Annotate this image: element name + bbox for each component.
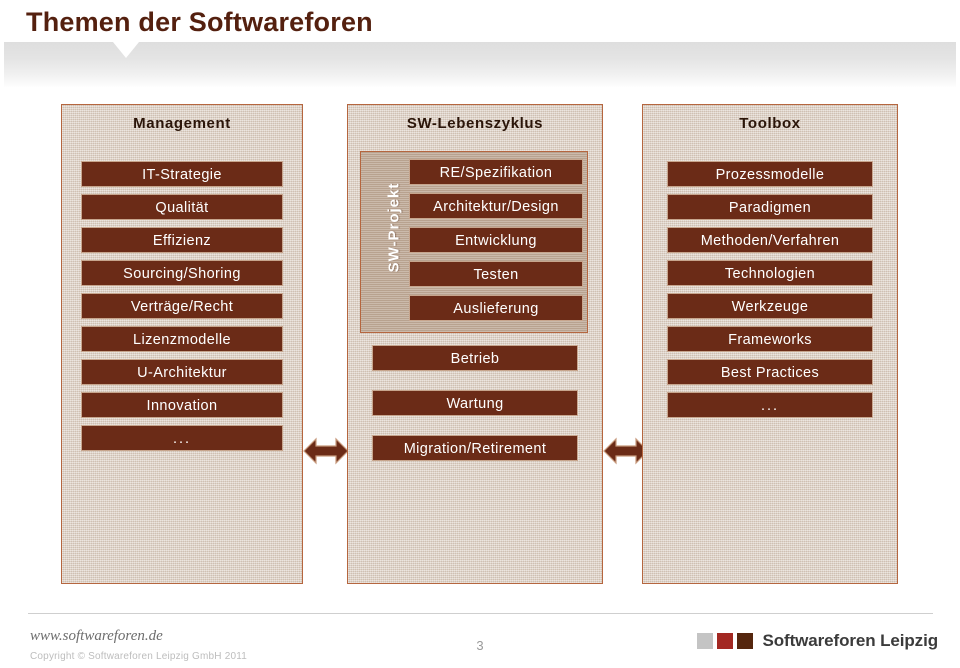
list-item[interactable]: U-Architektur [81,359,283,385]
footer-divider [28,613,933,614]
list-item[interactable]: ... [81,425,283,451]
list-item[interactable]: IT-Strategie [81,161,283,187]
list-item[interactable]: Migration/Retirement [372,435,578,461]
page-title: Themen der Softwareforen [26,7,373,37]
list-item[interactable]: Best Practices [667,359,873,385]
panel-management-items: IT-Strategie Qualität Effizienz Sourcing… [62,161,302,458]
panel-toolbox: Toolbox Prozessmodelle Paradigmen Method… [642,104,898,584]
swprojekt-group-label: SW-Projekt [385,182,403,273]
list-item[interactable]: Testen [409,261,583,287]
swprojekt-group-items: RE/Spezifikation Architektur/Design Entw… [409,159,583,329]
logo-square-brown-icon [736,633,753,649]
swprojekt-group: SW-Projekt RE/Spezifikation Architektur/… [360,151,588,333]
list-item[interactable]: Werkzeuge [667,293,873,319]
list-item[interactable]: Methoden/Verfahren [667,227,873,253]
logo-text: Softwareforen Leipzig [762,631,939,650]
lifecycle-tail-items: Betrieb Wartung Migration/Retirement [348,345,602,480]
list-item[interactable]: RE/Spezifikation [409,159,583,185]
list-item[interactable]: ... [667,392,873,418]
list-item[interactable]: Paradigmen [667,194,873,220]
list-item[interactable]: Betrieb [372,345,578,371]
list-item[interactable]: Frameworks [667,326,873,352]
panel-toolbox-items: Prozessmodelle Paradigmen Methoden/Verfa… [643,161,897,425]
panel-lifecycle-header: SW-Lebenszyklus [406,115,544,132]
panel-toolbox-header: Toolbox [739,115,801,132]
columns-area: Management IT-Strategie Qualität Effizie… [0,104,960,586]
logo-square-gray-icon [696,633,713,649]
panel-lifecycle: SW-Lebenszyklus SW-Projekt RE/Spezifikat… [347,104,603,584]
list-item[interactable]: Wartung [372,390,578,416]
list-item[interactable]: Technologien [667,260,873,286]
list-item[interactable]: Qualität [81,194,283,220]
list-item[interactable]: Lizenzmodelle [81,326,283,352]
list-item[interactable]: Innovation [81,392,283,418]
list-item[interactable]: Entwicklung [409,227,583,253]
panel-management-header: Management [133,115,231,132]
list-item[interactable]: Verträge/Recht [81,293,283,319]
company-logo: Softwareforen Leipzig [696,631,939,651]
list-item[interactable]: Sourcing/Shoring [81,260,283,286]
list-item[interactable]: Auslieferung [409,295,583,321]
logo-square-red-icon [716,633,733,649]
double-arrow-icon [303,436,349,466]
header-band [4,42,956,88]
list-item[interactable]: Architektur/Design [409,193,583,219]
header-band-notch-icon [113,42,139,58]
panel-management: Management IT-Strategie Qualität Effizie… [61,104,303,584]
list-item[interactable]: Prozessmodelle [667,161,873,187]
list-item[interactable]: Effizienz [81,227,283,253]
